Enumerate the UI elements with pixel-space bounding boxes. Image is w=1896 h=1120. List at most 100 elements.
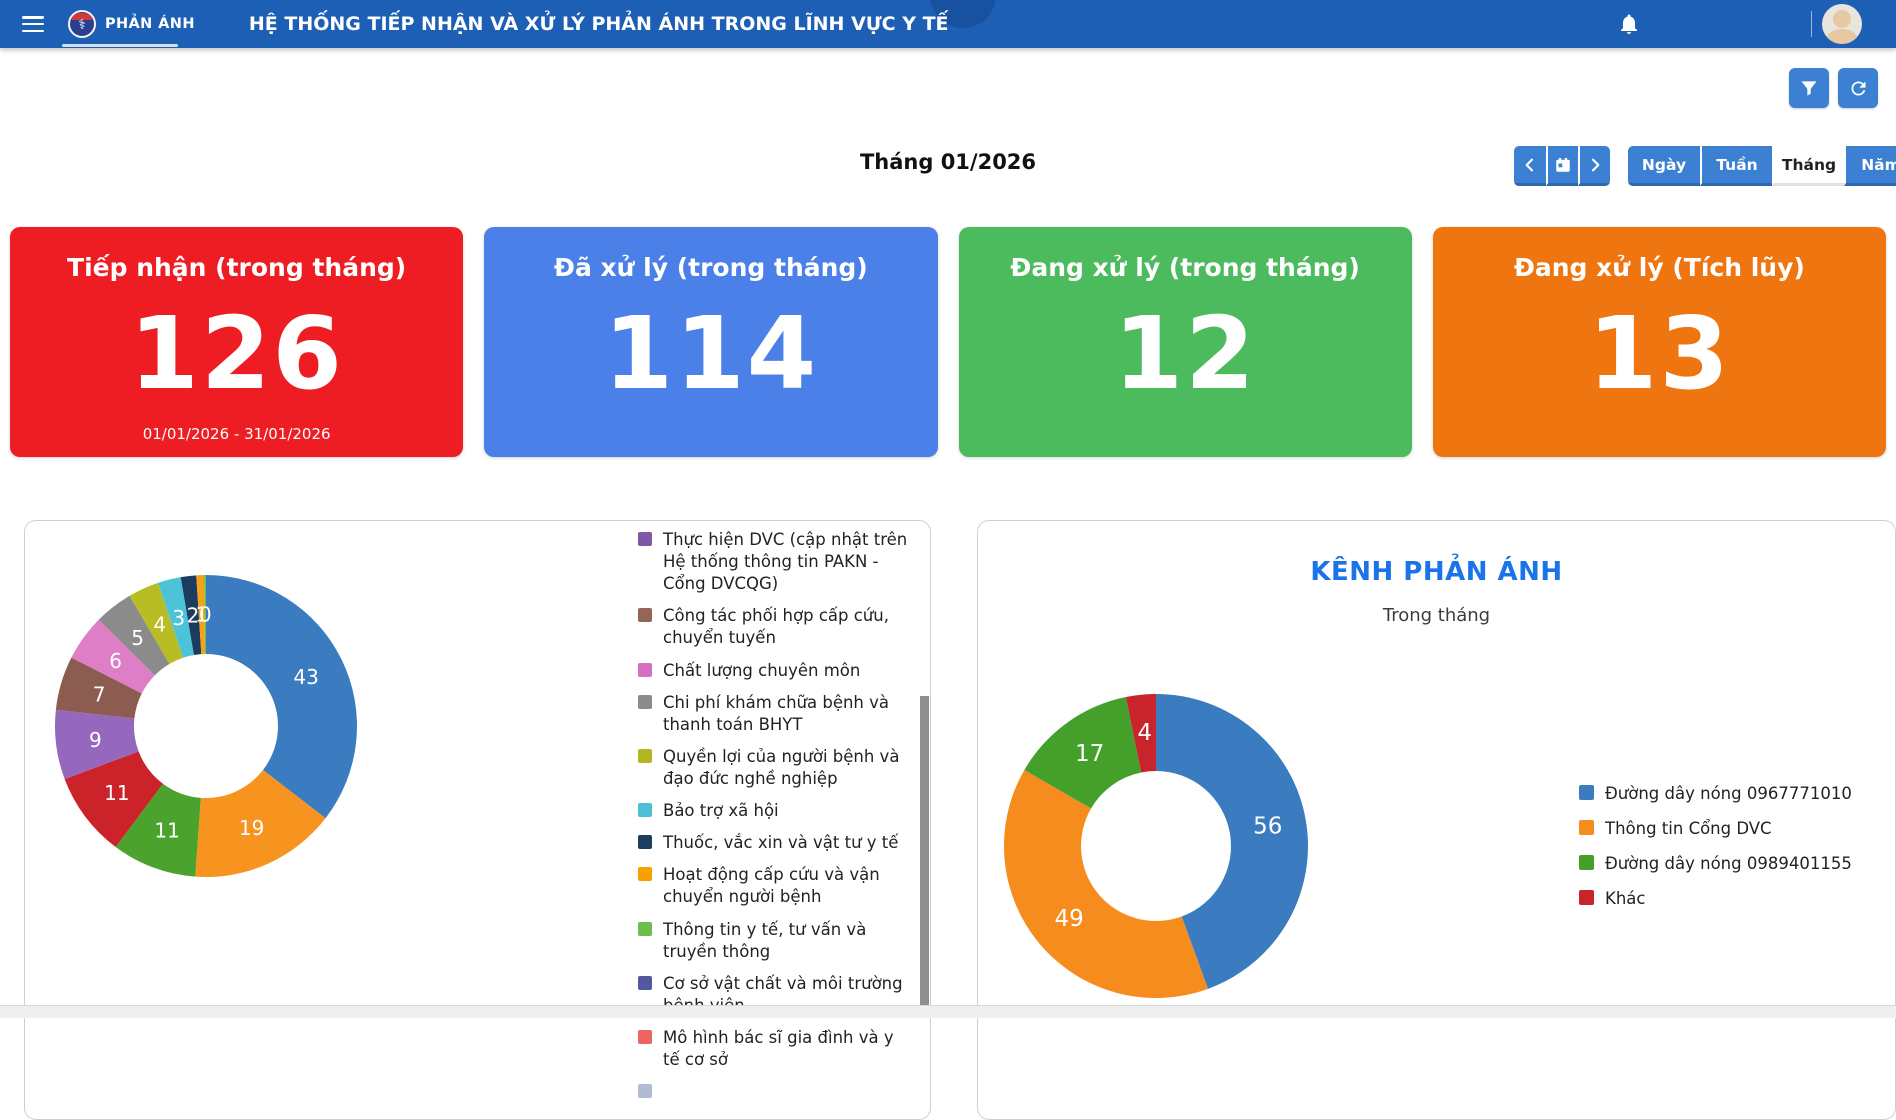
filter-button[interactable] (1789, 68, 1829, 108)
legend-item[interactable]: Thông tin Cổng DVC (1579, 818, 1879, 840)
legend-label: Công tác phối hợp cấp cứu, chuyển tuyến (663, 605, 914, 649)
donut-slice-label: 7 (93, 682, 106, 706)
stat-card-title: Đã xử lý (trong tháng) (554, 253, 868, 282)
legend-swatch (638, 922, 652, 936)
user-avatar[interactable] (1822, 4, 1862, 44)
notification-bell-icon[interactable] (1616, 11, 1642, 37)
donut-slice-label: 49 (1054, 906, 1083, 932)
stat-card-value: 114 (604, 282, 819, 425)
stat-card[interactable]: Đã xử lý (trong tháng)114 (484, 227, 937, 457)
legend-swatch (1579, 820, 1594, 835)
view-button-ngày[interactable]: Ngày (1628, 146, 1700, 186)
legend-item[interactable]: Đường dây nóng 0967771010 (1579, 783, 1879, 805)
apps-grid-icon[interactable] (1666, 13, 1689, 36)
stat-card-title: Đang xử lý (trong tháng) (1010, 253, 1359, 282)
legend-item[interactable]: Hoạt động cấp cứu và vận chuyển người bệ… (638, 864, 914, 908)
legend-item[interactable] (638, 1081, 914, 1098)
donut-slice-label: 11 (104, 781, 129, 805)
refresh-icon (1848, 78, 1869, 99)
legend-swatch (638, 749, 652, 763)
legend-item[interactable]: Công tác phối hợp cấp cứu, chuyển tuyến (638, 605, 914, 649)
prev-period-button[interactable] (1514, 146, 1546, 186)
legend-swatch (638, 1084, 652, 1098)
legend-swatch (638, 695, 652, 709)
ministry-of-health-logo (68, 10, 96, 38)
filter-funnel-icon (1799, 78, 1819, 98)
legend-item[interactable]: Thông tin y tế, tư vấn và truyền thông (638, 919, 914, 963)
donut-slice-label: 5 (131, 626, 144, 650)
stat-card[interactable]: Đang xử lý (trong tháng)12 (959, 227, 1412, 457)
brand-tab-phan-anh[interactable]: PHẢN ÁNH (68, 0, 195, 48)
stat-card[interactable]: Đang xử lý (Tích lũy)13 (1433, 227, 1886, 457)
view-button-tuần[interactable]: Tuần (1700, 146, 1772, 186)
stat-card-subtitle: 01/01/2026 - 31/01/2026 (143, 425, 331, 447)
legend-label: Khác (1605, 888, 1645, 910)
donut-slice-label: 11 (154, 819, 179, 843)
topics-donut-chart: 43191111976543210 (24, 541, 391, 911)
stat-card-value: 12 (1114, 282, 1257, 425)
legend-label: Đường dây nóng 0967771010 (1605, 783, 1852, 805)
horizontal-scrollbar[interactable] (0, 1005, 1896, 1018)
legend-swatch (638, 867, 652, 881)
donut-slice-label: 56 (1253, 813, 1282, 839)
donut-slice-label: 4 (1137, 720, 1152, 746)
legend-swatch (1579, 890, 1594, 905)
topics-chart-card: 43191111976543210 Thực hiện DVC (cập nhậ… (24, 520, 931, 1120)
stat-card-value: 126 (129, 282, 344, 425)
stat-cards-row: Tiếp nhận (trong tháng)12601/01/2026 - 3… (10, 227, 1886, 457)
topics-legend: Thực hiện DVC (cập nhật trên Hệ thống th… (638, 529, 914, 1108)
stat-card-title: Đang xử lý (Tích lũy) (1514, 253, 1805, 282)
legend-swatch (638, 608, 652, 622)
donut-slice-label: 4 (153, 613, 166, 637)
legend-item[interactable]: Chi phí khám chữa bệnh và thanh toán BHY… (638, 692, 914, 736)
legend-item[interactable]: Mô hình bác sĩ gia đình và y tế cơ sở (638, 1027, 914, 1071)
view-button-năm[interactable]: Năm (1844, 146, 1896, 186)
stat-card[interactable]: Tiếp nhận (trong tháng)12601/01/2026 - 3… (10, 227, 463, 457)
legend-label: Đường dây nóng 0989401155 (1605, 853, 1852, 875)
legend-item[interactable]: Thuốc, vắc xin và vật tư y tế (638, 832, 914, 854)
view-button-tháng[interactable]: Tháng (1772, 146, 1844, 186)
legend-item[interactable]: Bảo trợ xã hội (638, 800, 914, 822)
period-title: Tháng 01/2026 (0, 150, 1896, 174)
legend-label: Quyền lợi của người bệnh và đạo đức nghề… (663, 746, 914, 790)
period-step-group (1514, 146, 1610, 186)
calendar-button[interactable] (1546, 146, 1578, 186)
brand-label: PHẢN ÁNH (105, 16, 195, 32)
navbar-separator (1811, 11, 1812, 37)
legend-swatch (638, 803, 652, 817)
channels-legend: Đường dây nóng 0967771010 Thông tin Cổng … (1579, 783, 1879, 923)
legend-label: Bảo trợ xã hội (663, 800, 779, 822)
legend-item[interactable]: Quyền lợi của người bệnh và đạo đức nghề… (638, 746, 914, 790)
legend-swatch (638, 532, 652, 546)
channels-chart-subtitle: Trong tháng (978, 605, 1895, 626)
channels-chart-card: KÊNH PHẢN ÁNH Trong tháng 5649174 Đường … (977, 520, 1896, 1120)
legend-swatch (1579, 855, 1594, 870)
top-navbar: PHẢN ÁNH HỆ THỐNG TIẾP NHẬN VÀ XỬ LÝ PHẢ… (0, 0, 1896, 48)
legend-item[interactable]: Khác (1579, 888, 1879, 910)
hamburger-menu-icon[interactable] (22, 16, 44, 32)
next-period-button[interactable] (1578, 146, 1610, 186)
legend-label: Thuốc, vắc xin và vật tư y tế (663, 832, 898, 854)
channels-donut-chart: 5649174 (977, 661, 1341, 1031)
donut-slice[interactable] (1004, 770, 1208, 998)
legend-swatch (1579, 785, 1594, 800)
donut-slice-label: 6 (109, 649, 122, 673)
legend-item[interactable]: Chất lượng chuyên môn (638, 660, 914, 682)
legend-label: Chất lượng chuyên môn (663, 660, 860, 682)
donut-slice-label: 19 (239, 816, 264, 840)
channels-chart-title: KÊNH PHẢN ÁNH (978, 557, 1895, 587)
donut-slice-label: 9 (89, 728, 102, 752)
legend-swatch (638, 835, 652, 849)
legend-item[interactable]: Đường dây nóng 0989401155 (1579, 853, 1879, 875)
legend-item[interactable]: Thực hiện DVC (cập nhật trên Hệ thống th… (638, 529, 914, 595)
legend-label: Thông tin y tế, tư vấn và truyền thông (663, 919, 914, 963)
legend-scrollbar-thumb[interactable] (920, 696, 929, 1006)
chevron-left-icon (1522, 157, 1538, 173)
refresh-button[interactable] (1838, 68, 1878, 108)
legend-swatch (638, 976, 652, 990)
donut-slice[interactable] (206, 575, 357, 818)
donut-slice-label: 0 (199, 603, 212, 627)
app-title: HỆ THỐNG TIẾP NHẬN VÀ XỬ LÝ PHẢN ÁNH TRO… (249, 13, 949, 35)
legend-label: Mô hình bác sĩ gia đình và y tế cơ sở (663, 1027, 914, 1071)
active-tab-underline (62, 44, 178, 47)
